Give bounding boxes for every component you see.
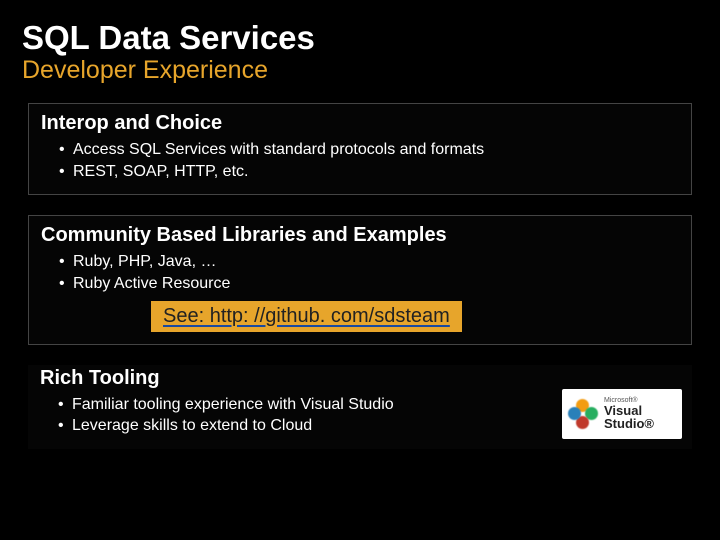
section-heading: Interop and Choice (41, 112, 679, 135)
section-heading: Community Based Libraries and Examples (41, 224, 679, 247)
list-item: REST, SOAP, HTTP, etc. (73, 161, 679, 183)
list-item: Ruby Active Resource (73, 273, 679, 295)
section-heading: Rich Tooling (40, 367, 680, 390)
slide-subtitle: Developer Experience (22, 56, 698, 85)
vs-flower-icon (568, 399, 598, 429)
section-interop: Interop and Choice Access SQL Services w… (28, 103, 692, 195)
logo-brand-main: Visual Studio® (604, 404, 676, 430)
bullet-list: Ruby, PHP, Java, … Ruby Active Resource (41, 251, 679, 294)
section-community: Community Based Libraries and Examples R… (28, 215, 692, 344)
github-link[interactable]: See: http: //github. com/sdsteam (151, 301, 462, 332)
list-item: Access SQL Services with standard protoc… (73, 139, 679, 161)
list-item: Ruby, PHP, Java, … (73, 251, 679, 273)
vs-logo-text: Microsoft® Visual Studio® (604, 397, 676, 430)
bullet-list: Access SQL Services with standard protoc… (41, 139, 679, 182)
visual-studio-logo: Microsoft® Visual Studio® (562, 389, 682, 439)
slide-title: SQL Data Services (22, 20, 698, 56)
section-tooling: Rich Tooling Familiar tooling experience… (28, 365, 692, 449)
